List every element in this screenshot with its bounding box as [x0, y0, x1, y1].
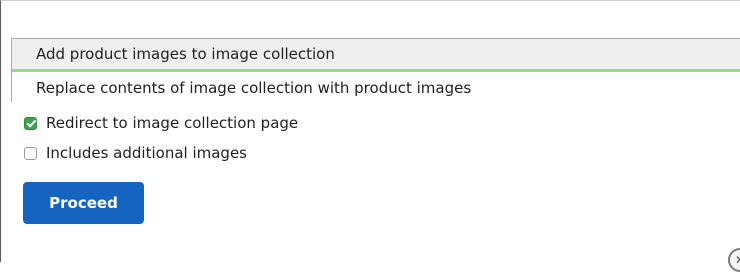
additional-images-checkbox-row[interactable]: Includes additional images: [24, 142, 247, 164]
close-icon[interactable]: ✕: [728, 248, 740, 272]
listbox-option-replace[interactable]: Replace contents of image collection wit…: [12, 73, 740, 103]
redirect-checkbox[interactable]: [24, 116, 37, 130]
proceed-button[interactable]: Proceed: [23, 182, 144, 224]
listbox-option-add[interactable]: Add product images to image collection: [12, 39, 740, 72]
dialog-panel: Add product images to image collection R…: [0, 0, 740, 272]
redirect-checkbox-label: Redirect to image collection page: [46, 114, 299, 132]
redirect-checkbox-row[interactable]: Redirect to image collection page: [24, 112, 298, 134]
additional-images-checkbox-label: Includes additional images: [46, 144, 247, 162]
additional-images-checkbox[interactable]: [24, 146, 37, 160]
panel-header-strip: [2, 2, 740, 38]
collection-action-listbox[interactable]: Add product images to image collection R…: [11, 38, 740, 103]
